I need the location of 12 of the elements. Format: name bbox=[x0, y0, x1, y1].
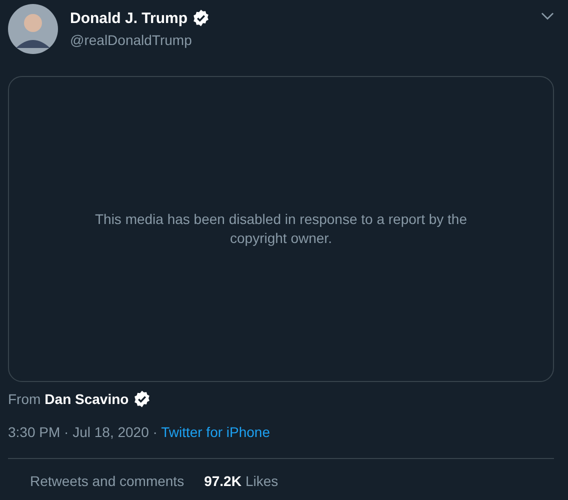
stat-count[interactable]: 97.2K bbox=[204, 473, 242, 489]
stat-label[interactable]: Likes bbox=[245, 473, 278, 489]
avatar[interactable] bbox=[8, 4, 58, 54]
media-disabled-message: This media has been disabled in response to a report by the copyright owner. bbox=[94, 210, 468, 248]
timestamp: 3:30 PM · Jul 18, 2020 · bbox=[8, 424, 158, 440]
stat-label[interactable]: Retweets and comments bbox=[30, 473, 184, 489]
client-link[interactable]: Twitter for iPhone bbox=[161, 424, 270, 440]
chevron-down-icon[interactable] bbox=[541, 12, 554, 20]
author-handle[interactable]: @realDonaldTrump bbox=[70, 32, 541, 48]
from-label: From bbox=[8, 391, 41, 407]
author-name[interactable]: Donald J. Trump bbox=[70, 10, 188, 26]
source-name[interactable]: Dan Scavino bbox=[44, 391, 129, 407]
